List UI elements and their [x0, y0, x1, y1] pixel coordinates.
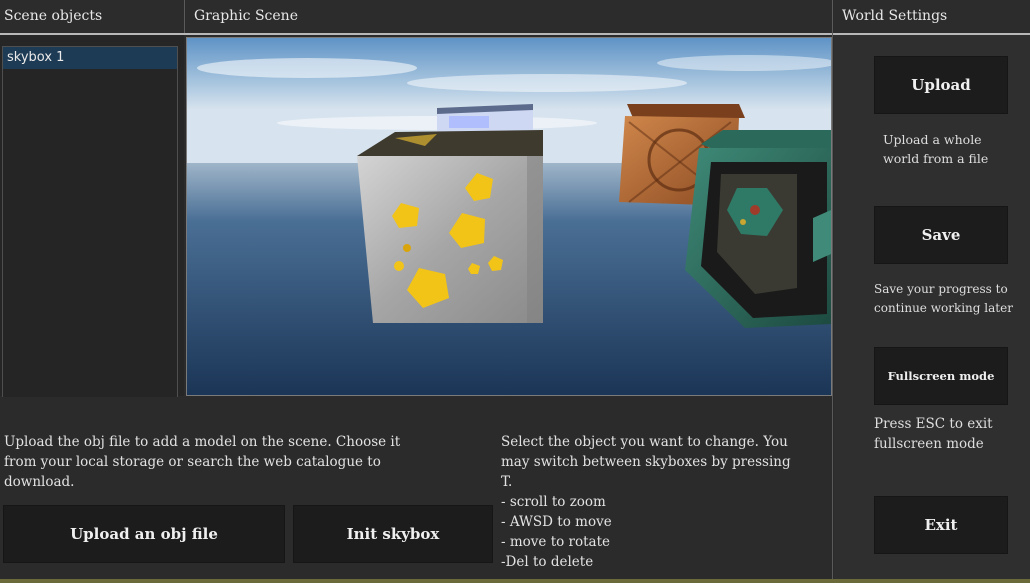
upload-help-text: Upload the obj file to add a model on th…	[4, 434, 401, 490]
cloud	[407, 74, 687, 92]
graphic-scene-viewport[interactable]	[186, 37, 832, 396]
crystal-slab[interactable]	[437, 104, 533, 134]
init-skybox-button[interactable]: Init skybox	[293, 505, 493, 563]
world-settings-panel: Upload Upload a whole world from a file …	[834, 35, 1030, 583]
controls-line: - scroll to zoom	[501, 494, 606, 510]
gold-ore-cube[interactable]	[357, 130, 543, 323]
exit-button[interactable]: Exit	[874, 496, 1008, 554]
scene-objects-header: Scene objects	[0, 0, 184, 33]
controls-line: -Del to delete	[501, 554, 594, 570]
fullscreen-description: Press ESC to exit fullscreen mode	[874, 416, 993, 452]
world-settings-header: World Settings	[834, 0, 1030, 33]
scene-objects-panel: skybox 1	[0, 35, 184, 424]
bottom-panel: Upload the obj file to add a model on th…	[0, 397, 832, 583]
controls-line: - move to rotate	[501, 534, 611, 550]
cloud	[197, 58, 417, 78]
controls-line: - AWSD to move	[501, 514, 612, 530]
upload-world-button[interactable]: Upload	[874, 56, 1008, 114]
bottom-strip	[0, 579, 1030, 583]
scene-render[interactable]	[187, 38, 831, 395]
cloud	[657, 55, 831, 71]
save-description: Save your progress to continue working l…	[874, 282, 1013, 315]
controls-intro: Select the object you want to change. Yo…	[501, 434, 791, 490]
list-item[interactable]: skybox 1	[3, 47, 177, 69]
header-separator-right	[832, 0, 833, 583]
save-button[interactable]: Save	[874, 206, 1008, 264]
upload-world-description: Upload a whole world from a file	[883, 132, 989, 166]
upload-obj-button[interactable]: Upload an obj file	[3, 505, 285, 563]
scene-objects-list[interactable]: skybox 1	[2, 46, 178, 424]
graphic-scene-header: Graphic Scene	[186, 0, 832, 33]
controls-help: Select the object you want to change. Yo…	[501, 432, 801, 572]
header-separator-left	[184, 0, 185, 33]
fullscreen-button[interactable]: Fullscreen mode	[874, 347, 1008, 405]
